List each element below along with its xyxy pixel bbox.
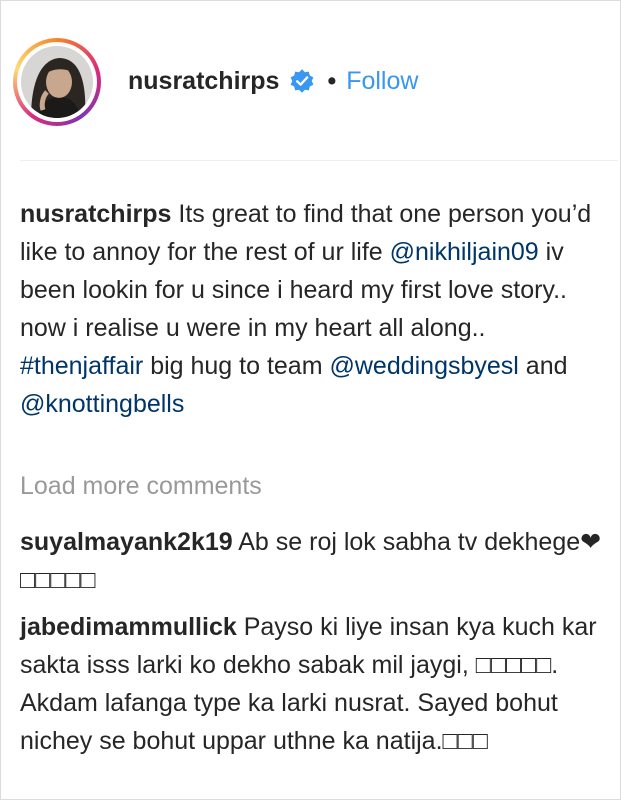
comment-item: suyalmayank2k19 Ab se roj lok sabha tv d… bbox=[20, 523, 605, 599]
username-row: nusratchirps • Follow bbox=[128, 62, 418, 100]
story-ring[interactable] bbox=[13, 38, 101, 126]
avatar[interactable] bbox=[21, 46, 93, 118]
hashtag-link[interactable]: #thenjaffair bbox=[20, 352, 143, 380]
mention-link[interactable]: @knottingbells bbox=[20, 390, 184, 418]
mention-link[interactable]: @weddingsbyesl bbox=[329, 352, 518, 380]
mention-link[interactable]: @nikhiljain09 bbox=[390, 238, 539, 266]
separator-dot: • bbox=[327, 66, 337, 95]
post-header: nusratchirps • Follow bbox=[0, 0, 619, 160]
comment-item: jabedimammullick Payso ki liye insan kya… bbox=[20, 608, 605, 760]
caption-text: and bbox=[518, 352, 568, 380]
comment-username[interactable]: suyalmayank2k19 bbox=[20, 528, 233, 556]
post-caption: nusratchirps Its great to find that one … bbox=[20, 195, 605, 423]
follow-button[interactable]: Follow bbox=[346, 67, 418, 96]
caption-username[interactable]: nusratchirps bbox=[20, 200, 171, 228]
header-divider bbox=[20, 160, 618, 161]
profile-photo bbox=[21, 46, 93, 118]
caption-text: big hug to team bbox=[143, 352, 330, 380]
load-more-comments-button[interactable]: Load more comments bbox=[20, 467, 262, 505]
verified-badge-icon bbox=[291, 69, 314, 93]
profile-username[interactable]: nusratchirps bbox=[128, 67, 279, 96]
comment-username[interactable]: jabedimammullick bbox=[20, 613, 237, 641]
